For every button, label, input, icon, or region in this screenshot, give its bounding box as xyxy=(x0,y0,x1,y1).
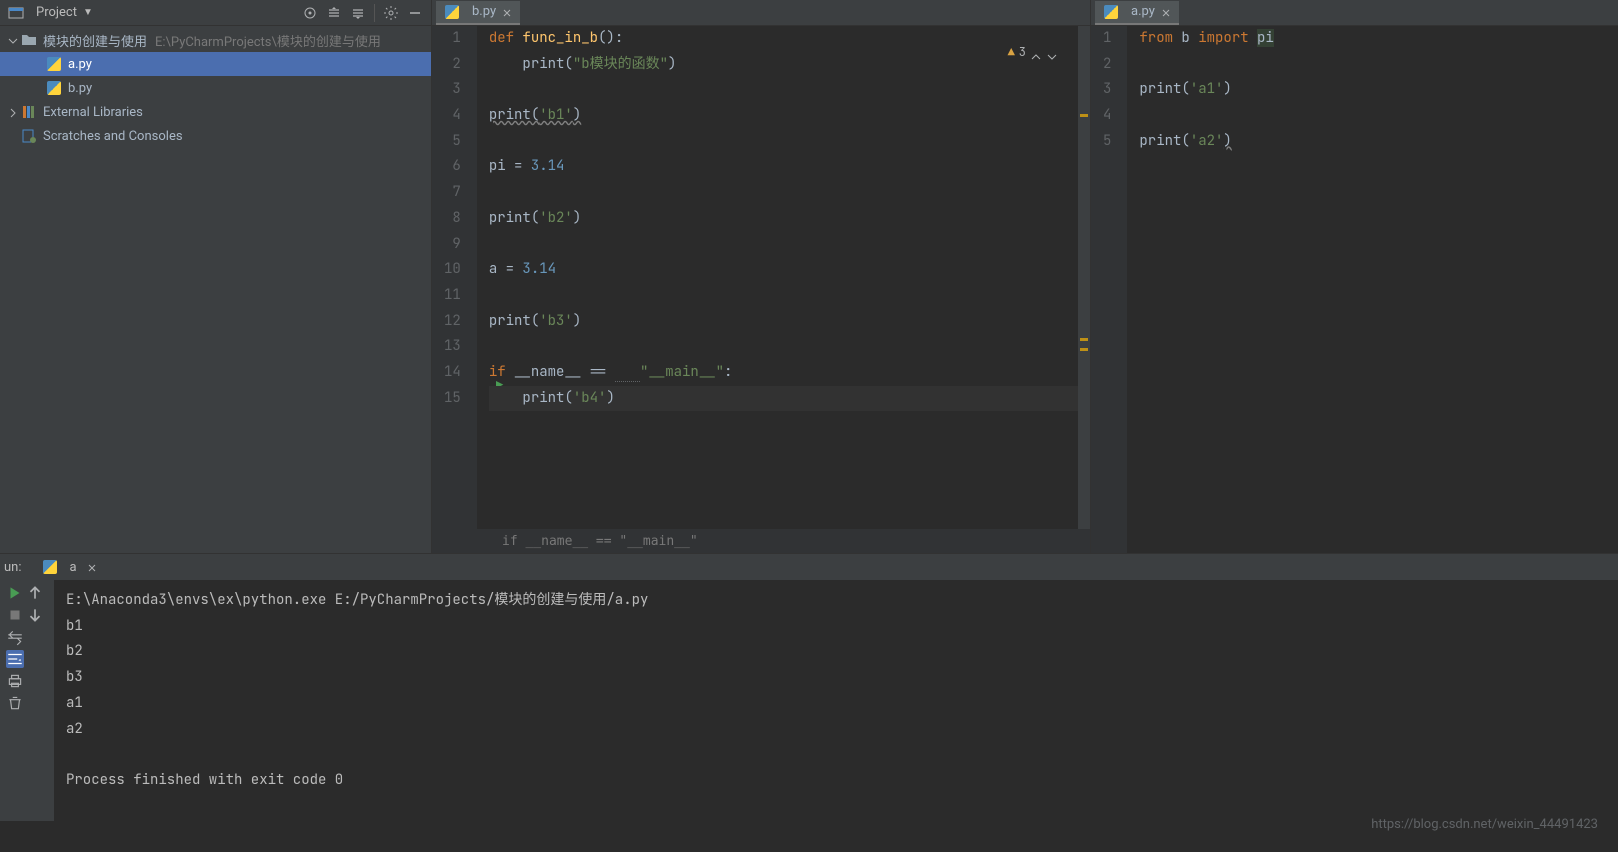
locate-icon[interactable] xyxy=(302,5,318,21)
console-toolbar xyxy=(0,580,54,821)
python-file-icon xyxy=(444,4,460,20)
close-icon[interactable] xyxy=(502,7,512,17)
folder-icon xyxy=(21,32,37,48)
tab-a-py[interactable]: a.py xyxy=(1095,1,1179,25)
editor-tabs-left: b.py xyxy=(432,0,1090,26)
project-tree: 模块的创建与使用 E:\PyCharmProjects\模块的创建与使用 a.p… xyxy=(0,26,431,553)
chevron-down-icon[interactable] xyxy=(1046,47,1058,59)
chevron-right-icon xyxy=(8,107,18,117)
tree-file-a[interactable]: a.py xyxy=(0,52,431,76)
run-panel: un: a xyxy=(0,553,1618,821)
breadcrumb-text: if __name__ == "__main__" xyxy=(502,534,698,549)
sidebar-header: Project ▼ xyxy=(0,0,431,26)
tree-file-label: b.py xyxy=(68,81,92,96)
python-file-icon xyxy=(1103,4,1119,20)
inspection-count: 3 xyxy=(1019,40,1026,66)
editor-tabs-right: a.py xyxy=(1091,0,1618,26)
print-icon[interactable] xyxy=(6,672,24,690)
scratches-icon xyxy=(21,128,37,144)
divider xyxy=(374,4,375,22)
console-exit: Process finished with exit code 0 xyxy=(66,771,343,789)
code-content-b[interactable]: def func_in_b(): print("b模块的函数") print('… xyxy=(477,26,1090,529)
library-icon xyxy=(21,104,37,120)
tree-external-libraries[interactable]: External Libraries xyxy=(0,100,431,124)
python-file-icon xyxy=(46,56,62,72)
minimize-icon[interactable] xyxy=(407,5,423,21)
run-panel-tabs: un: a xyxy=(0,554,1618,580)
editor-pane-a: a.py 123 45 from b import pi print('a1')… xyxy=(1091,0,1618,553)
expand-all-icon[interactable] xyxy=(326,5,342,21)
watermark: https://blog.csdn.net/weixin_44491423 xyxy=(1371,817,1598,832)
project-dropdown[interactable]: Project ▼ xyxy=(8,5,93,21)
scrollbar-b[interactable] xyxy=(1078,26,1090,529)
run-tab[interactable]: a xyxy=(34,556,105,578)
tab-b-py[interactable]: b.py xyxy=(436,1,520,25)
chevron-up-icon[interactable] xyxy=(1030,47,1042,59)
console-cmd: E:\Anaconda3\envs\ex\python.exe E:/PyCha… xyxy=(66,591,648,609)
console-line: a1 xyxy=(66,694,83,712)
down-icon[interactable] xyxy=(26,606,44,624)
console-line: b3 xyxy=(66,668,83,686)
tab-label: a.py xyxy=(1131,4,1155,19)
warning-icon: ▲ xyxy=(1008,40,1015,66)
project-sidebar: Project ▼ 模块的创建与使用 E:\PyCh xyxy=(0,0,432,553)
console-line: b1 xyxy=(66,617,83,635)
tab-label: b.py xyxy=(472,4,496,19)
python-file-icon xyxy=(42,559,58,575)
tree-file-label: a.py xyxy=(68,57,92,72)
run-tab-label: a xyxy=(70,560,77,575)
collapse-all-icon[interactable] xyxy=(350,5,366,21)
python-file-icon xyxy=(46,80,62,96)
tree-root[interactable]: 模块的创建与使用 E:\PyCharmProjects\模块的创建与使用 xyxy=(0,28,431,52)
console-area: E:\Anaconda3\envs\ex\python.exe E:/PyCha… xyxy=(0,580,1618,821)
rerun-icon[interactable] xyxy=(6,584,24,602)
gutter-b: 123 456 789 101112 131415 xyxy=(432,26,477,529)
console-line: b2 xyxy=(66,642,83,660)
soft-wrap-icon[interactable] xyxy=(6,650,24,668)
stop-icon[interactable] xyxy=(6,606,24,624)
project-icon xyxy=(8,5,24,21)
chevron-down-icon xyxy=(8,35,18,45)
code-area-b[interactable]: 123 456 789 101112 131415 ▶ def func_in_… xyxy=(432,26,1090,529)
editor-area: b.py 123 456 789 101112 131415 ▶ def fun… xyxy=(432,0,1618,553)
external-libraries-label: External Libraries xyxy=(43,105,143,120)
tree-root-path: E:\PyCharmProjects\模块的创建与使用 xyxy=(155,31,381,50)
sidebar-title: Project xyxy=(36,5,77,20)
tree-scratches[interactable]: Scratches and Consoles xyxy=(0,124,431,148)
editor-pane-b: b.py 123 456 789 101112 131415 ▶ def fun… xyxy=(432,0,1091,553)
tree-root-label: 模块的创建与使用 xyxy=(43,31,147,50)
console-output[interactable]: E:\Anaconda3\envs\ex\python.exe E:/PyCha… xyxy=(54,580,1618,821)
scratches-label: Scratches and Consoles xyxy=(43,129,183,144)
inspection-badge[interactable]: ▲ 3 xyxy=(1008,40,1058,66)
breadcrumb-b[interactable]: if __name__ == "__main__" xyxy=(432,529,1090,553)
gutter-a: 123 45 xyxy=(1091,26,1127,553)
trash-icon[interactable] xyxy=(6,694,24,712)
up-icon[interactable] xyxy=(26,584,44,602)
code-content-a[interactable]: from b import pi print('a1') print('a2') xyxy=(1127,26,1618,553)
tree-file-b[interactable]: b.py xyxy=(0,76,431,100)
chevron-down-icon: ▼ xyxy=(83,7,93,18)
console-line: a2 xyxy=(66,720,83,738)
close-icon[interactable] xyxy=(87,562,97,572)
code-area-a[interactable]: 123 45 from b import pi print('a1') prin… xyxy=(1091,26,1618,553)
layout-icon[interactable] xyxy=(6,628,24,646)
gear-icon[interactable] xyxy=(383,5,399,21)
close-icon[interactable] xyxy=(1161,7,1171,17)
run-label: un: xyxy=(4,560,22,575)
